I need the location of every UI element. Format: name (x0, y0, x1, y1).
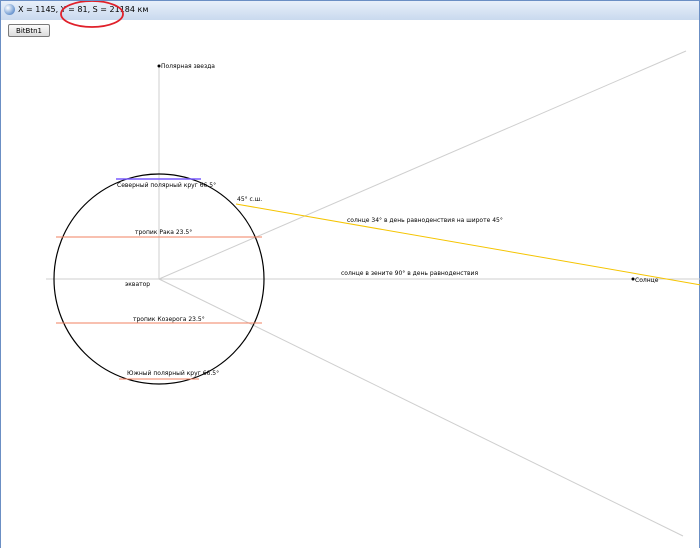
earth-diagram: Полярная звезда Северный полярный круг 6… (46, 1, 700, 537)
sun-45-label: солнце 34° в день равноденствия на широт… (347, 217, 503, 224)
tropic-cancer-label: тропик Рака 23.5° (135, 229, 192, 236)
latitude-45-label: 45° с.ш. (237, 196, 262, 203)
annotation-ellipse (60, 1, 124, 28)
polar-star-label: Полярная звезда (161, 63, 215, 70)
equator-label: экватор (125, 281, 150, 288)
antarctic-circle-label: Южный полярный круг 66.5° (127, 370, 219, 377)
sun-label: Солнце (635, 277, 659, 284)
upper-guide-line (158, 50, 687, 280)
app-window: X = 1145, Y = 81, S = 21184 км BitBtn1 П… (0, 0, 700, 548)
tropic-capricorn-label: тропик Козерога 23.5° (133, 316, 205, 323)
arctic-circle-label: Северный полярный круг 66.5° (117, 182, 216, 189)
sun-zenith-label: солнце в зените 90° в день равноденствия (341, 270, 478, 277)
lower-guide-line (158, 278, 684, 537)
